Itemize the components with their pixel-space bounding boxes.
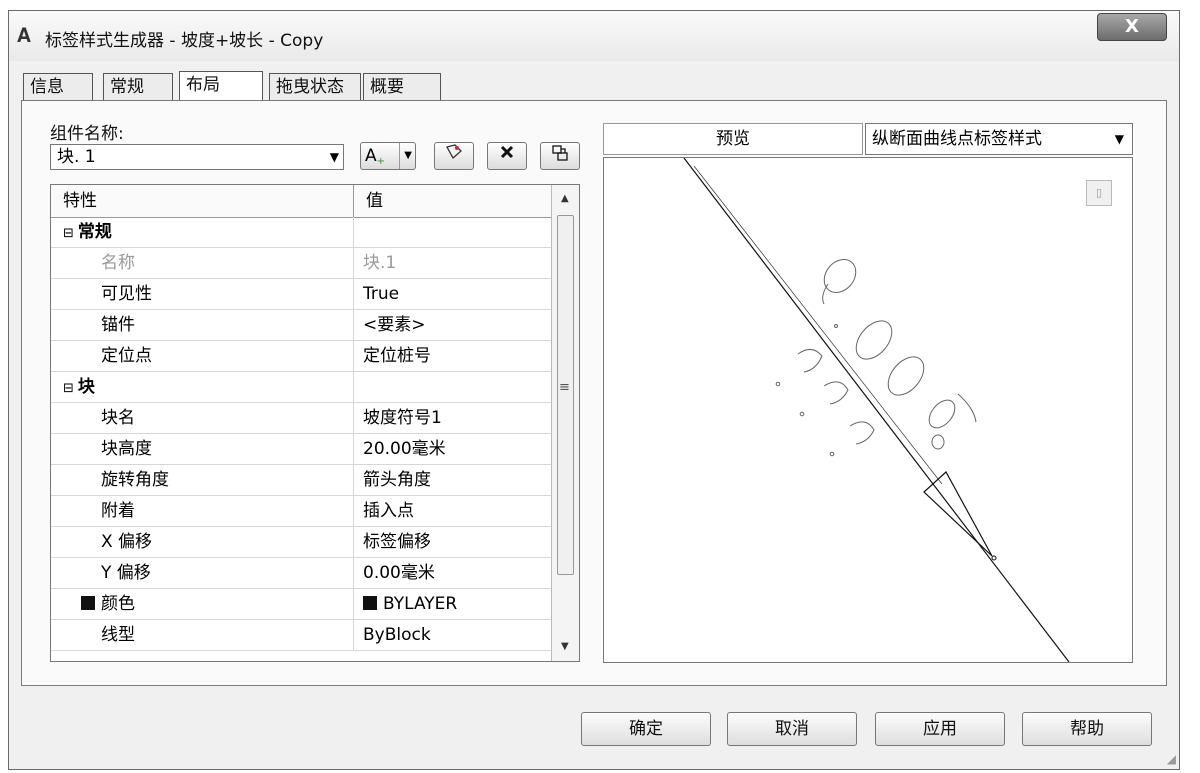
property-row[interactable]: 颜色 BYLAYER [51, 589, 551, 620]
ok-button[interactable]: 确定 [581, 712, 711, 746]
delete-component-button[interactable] [487, 142, 527, 170]
tab-general[interactable]: 常规 [103, 73, 173, 101]
label-style-composer-dialog: 𝐀 标签样式生成器 - 坡度+坡长 - Copy X 信息 常规 布局 拖曳状态… [8, 10, 1180, 770]
window-title: 标签样式生成器 - 坡度+坡长 - Copy [45, 31, 324, 51]
tab-summary[interactable]: 概要 [363, 73, 441, 101]
property-row[interactable]: 线型 ByBlock [51, 620, 551, 651]
property-row[interactable]: 附着 插入点 [51, 496, 551, 527]
copy-component-button[interactable] [434, 142, 474, 170]
autocad-app-icon: 𝐀 [17, 23, 31, 47]
component-name-select[interactable]: 块. 1 ▼ [50, 144, 344, 170]
preview-style-value: 纵断面曲线点标签样式 [872, 129, 1042, 149]
property-row[interactable]: 名称 块.1 [51, 248, 551, 279]
preview-style-select[interactable]: 纵断面曲线点标签样式 ▼ [865, 123, 1133, 155]
property-row[interactable]: 块名 坡度符号1 [51, 403, 551, 434]
preview-header: 预览 纵断面曲线点标签样式 ▼ [603, 123, 1143, 155]
preview-label: 预览 [603, 123, 863, 155]
cancel-button[interactable]: 取消 [727, 712, 857, 746]
tab-dragged-state[interactable]: 拖曳状态 [269, 73, 361, 101]
label-preview-drawing [683, 158, 1070, 662]
chevron-down-icon: ▼ [1114, 132, 1124, 146]
tab-info[interactable]: 信息 [23, 73, 93, 101]
property-group-row[interactable]: ⊟ 常规 [51, 217, 551, 248]
property-row[interactable]: 定位点 定位桩号 [51, 341, 551, 372]
property-row[interactable]: 锚件 <要素> [51, 310, 551, 341]
close-button[interactable]: X [1097, 13, 1167, 41]
property-row[interactable]: 可见性 True [51, 279, 551, 310]
preview-canvas[interactable]: ▯ [603, 157, 1133, 663]
property-grid: 特性 值 ⊟ 常规 名称 块.1 可见性 True 锚件 <要素> 定位点 定位桩 [50, 184, 580, 662]
component-name-label: 组件名称: [50, 124, 124, 144]
title-bar: 𝐀 标签样式生成器 - 坡度+坡长 - Copy X [9, 11, 1179, 61]
scrollbar-thumb[interactable] [557, 215, 574, 575]
component-name-value: 块. 1 [57, 147, 96, 167]
color-swatch-icon [363, 596, 377, 610]
color-swatch-icon [81, 596, 95, 610]
zoom-extents-icon[interactable]: ▯ [1086, 180, 1112, 206]
scroll-up-icon[interactable]: ▲ [561, 193, 569, 204]
collapse-icon[interactable]: ⊟ [63, 226, 74, 241]
collapse-icon[interactable]: ⊟ [63, 381, 74, 396]
scroll-down-icon[interactable]: ▼ [561, 641, 569, 652]
delete-icon [500, 145, 514, 159]
resize-grip-icon[interactable]: ◢ [1164, 752, 1176, 766]
tab-content-panel: 组件名称: 块. 1 ▼ A+ ▼ 特性 值 ⊟ 常规 名称 块.1 可见性 T… [21, 100, 1167, 686]
column-header-property[interactable]: 特性 [51, 185, 353, 217]
property-row[interactable]: 旋转角度 箭头角度 [51, 465, 551, 496]
chevron-down-icon: ▼ [329, 150, 339, 164]
property-grid-header: 特性 值 [51, 185, 551, 218]
draw-order-icon [552, 145, 568, 161]
property-row[interactable]: 块高度 20.00毫米 [51, 434, 551, 465]
create-text-component-button[interactable]: A+ ▼ [360, 142, 416, 170]
property-row[interactable]: X 偏移 标签偏移 [51, 527, 551, 558]
scroll-grip-icon: ≡ [559, 380, 570, 395]
copy-component-icon [446, 144, 462, 160]
chevron-down-icon: ▼ [399, 143, 412, 169]
apply-button[interactable]: 应用 [875, 712, 1005, 746]
component-draw-order-button[interactable] [540, 142, 580, 170]
property-group-row[interactable]: ⊟ 块 [51, 372, 551, 403]
property-row[interactable]: Y 偏移 0.00毫米 [51, 558, 551, 589]
vertical-scrollbar[interactable]: ▲ ≡ ▼ [551, 185, 579, 661]
column-header-value[interactable]: 值 [353, 185, 551, 217]
help-button[interactable]: 帮助 [1022, 712, 1152, 746]
tab-layout[interactable]: 布局 [179, 71, 263, 102]
